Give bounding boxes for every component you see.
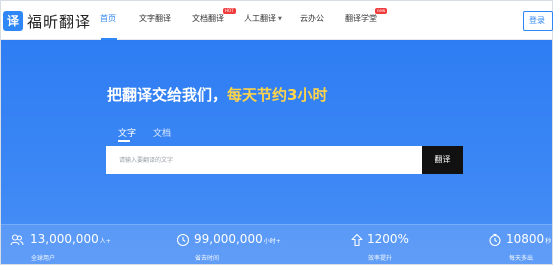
stat-value: 99,000,000小时+ xyxy=(194,232,281,246)
arrow-up-icon xyxy=(351,233,363,247)
timer-icon xyxy=(489,233,501,247)
translate-text-input[interactable] xyxy=(106,146,422,174)
translate-search-row: 翻译 xyxy=(106,146,463,174)
logo[interactable]: 译 福昕翻译 xyxy=(3,10,91,32)
login-button[interactable]: 登录 xyxy=(523,11,553,31)
nav-item-doc-translate[interactable]: 文档翻译 xyxy=(192,13,224,24)
tab-text[interactable]: 文字 xyxy=(118,126,136,139)
stat-label: 省去时间 xyxy=(195,255,220,262)
hero-title: 把翻译交给我们，每天节约3小时 xyxy=(107,84,327,105)
translate-logo-icon: 译 xyxy=(3,11,23,31)
stat-unit: 人+ xyxy=(99,238,111,245)
stat-number: 1200% xyxy=(367,232,409,246)
translate-button[interactable]: 翻译 xyxy=(422,146,463,174)
chevron-down-icon: ▼ xyxy=(278,16,282,22)
nav-item-text-translate[interactable]: 文字翻译 xyxy=(139,13,171,24)
users-icon xyxy=(10,234,24,246)
hot-badge: HOT xyxy=(223,8,236,14)
hero-title-highlight: 每天节约3小时 xyxy=(227,86,328,104)
stats-bar: 13,000,000人+ 全球用户 99,000,000小时+ 省去时间 120… xyxy=(1,224,552,264)
stat-unit: 小时+ xyxy=(263,238,281,245)
logo-name: 福昕翻译 xyxy=(27,12,92,31)
hero-section: 把翻译交给我们，每天节约3小时 文字 文档 翻译 13,000,000人+ 全球… xyxy=(1,40,552,264)
stat-label: 效率提升 xyxy=(368,255,393,262)
stat-number: 10800 xyxy=(506,232,545,246)
nav-item-translate-school[interactable]: 翻译学堂 xyxy=(345,13,377,24)
stat-number: 13,000,000 xyxy=(30,232,99,246)
stat-unit: 秒 xyxy=(545,238,552,245)
stat-label: 每天多出 xyxy=(509,255,534,262)
tab-document[interactable]: 文档 xyxy=(153,126,171,139)
stat-value: 1200% xyxy=(367,232,410,246)
new-badge: new xyxy=(375,8,388,14)
hero-title-main: 把翻译交给我们， xyxy=(107,86,228,104)
nav-item-cloud-office[interactable]: 云办公 xyxy=(300,13,324,24)
nav-item-human-translate-label: 人工翻译 xyxy=(244,14,276,23)
nav-item-home[interactable]: 首页 xyxy=(100,13,116,24)
stat-label: 全球用户 xyxy=(31,255,56,262)
stat-value: 13,000,000人+ xyxy=(30,232,111,246)
stat-number: 99,000,000 xyxy=(194,232,263,246)
tab-active-underline xyxy=(118,140,130,142)
nav-item-human-translate[interactable]: 人工翻译 ▼ xyxy=(244,13,282,24)
top-nav: 译 福昕翻译 首页 文字翻译 文档翻译 HOT 人工翻译 ▼ 云办公 翻译学堂 n… xyxy=(1,1,553,40)
clock-icon xyxy=(176,233,190,247)
stat-value: 10800秒 xyxy=(506,232,551,246)
